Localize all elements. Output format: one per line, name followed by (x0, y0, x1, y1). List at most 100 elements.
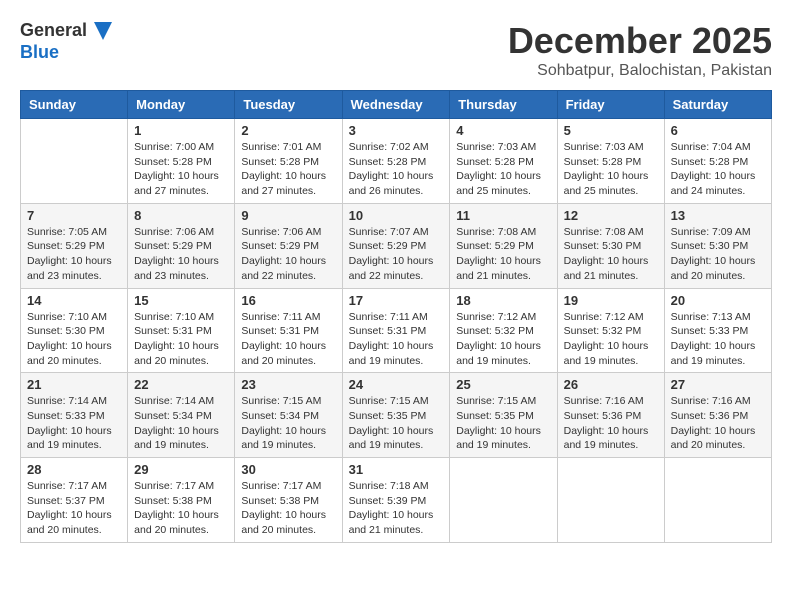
day-info: Sunrise: 7:12 AM Sunset: 5:32 PM Dayligh… (456, 310, 550, 369)
day-info: Sunrise: 7:10 AM Sunset: 5:31 PM Dayligh… (134, 310, 228, 369)
calendar-table: SundayMondayTuesdayWednesdayThursdayFrid… (20, 90, 772, 543)
logo-wordmark: General Blue (20, 20, 112, 63)
day-info: Sunrise: 7:16 AM Sunset: 5:36 PM Dayligh… (671, 394, 765, 453)
day-number: 5 (564, 123, 658, 138)
day-info: Sunrise: 7:14 AM Sunset: 5:33 PM Dayligh… (27, 394, 121, 453)
day-number: 28 (27, 462, 121, 477)
calendar-cell: 27 Sunrise: 7:16 AM Sunset: 5:36 PM Dayli… (664, 373, 771, 458)
weekday-header-friday: Friday (557, 91, 664, 119)
day-number: 21 (27, 377, 121, 392)
calendar-cell: 25 Sunrise: 7:15 AM Sunset: 5:35 PM Dayli… (450, 373, 557, 458)
calendar-cell: 8Sunrise: 7:06 AM Sunset: 5:29 PM Daylig… (128, 203, 235, 288)
calendar-cell: 28 Sunrise: 7:17 AM Sunset: 5:37 PM Dayli… (21, 458, 128, 543)
day-info: Sunrise: 7:17 AM Sunset: 5:37 PM Dayligh… (27, 479, 121, 538)
calendar-cell: 24Sunrise: 7:15 AM Sunset: 5:35 PM Dayli… (342, 373, 450, 458)
day-info: Sunrise: 7:13 AM Sunset: 5:33 PM Dayligh… (671, 310, 765, 369)
calendar-cell: 1 Sunrise: 7:00 AM Sunset: 5:28 PM Daylig… (128, 119, 235, 204)
weekday-header-thursday: Thursday (450, 91, 557, 119)
day-number: 13 (671, 208, 765, 223)
day-info: Sunrise: 7:17 AM Sunset: 5:38 PM Dayligh… (241, 479, 335, 538)
calendar-cell: 13 Sunrise: 7:09 AM Sunset: 5:30 PM Dayli… (664, 203, 771, 288)
day-number: 16 (241, 293, 335, 308)
calendar-cell: 31Sunrise: 7:18 AM Sunset: 5:39 PM Dayli… (342, 458, 450, 543)
day-info: Sunrise: 7:05 AM Sunset: 5:29 PM Dayligh… (27, 225, 121, 284)
day-info: Sunrise: 7:18 AM Sunset: 5:39 PM Dayligh… (349, 479, 444, 538)
calendar-cell: 26Sunrise: 7:16 AM Sunset: 5:36 PM Dayli… (557, 373, 664, 458)
calendar-cell: 9 Sunrise: 7:06 AM Sunset: 5:29 PM Daylig… (235, 203, 342, 288)
day-number: 27 (671, 377, 765, 392)
day-info: Sunrise: 7:11 AM Sunset: 5:31 PM Dayligh… (241, 310, 335, 369)
day-info: Sunrise: 7:15 AM Sunset: 5:35 PM Dayligh… (349, 394, 444, 453)
calendar-cell: 20 Sunrise: 7:13 AM Sunset: 5:33 PM Dayli… (664, 288, 771, 373)
logo: General Blue (20, 20, 112, 63)
calendar-cell: 23 Sunrise: 7:15 AM Sunset: 5:34 PM Dayli… (235, 373, 342, 458)
calendar-cell: 12 Sunrise: 7:08 AM Sunset: 5:30 PM Dayli… (557, 203, 664, 288)
day-info: Sunrise: 7:03 AM Sunset: 5:28 PM Dayligh… (456, 140, 550, 199)
weekday-header-saturday: Saturday (664, 91, 771, 119)
day-info: Sunrise: 7:06 AM Sunset: 5:29 PM Dayligh… (241, 225, 335, 284)
day-info: Sunrise: 7:02 AM Sunset: 5:28 PM Dayligh… (349, 140, 444, 199)
page-header: General Blue December 2025 Sohbatpur, Ba… (20, 20, 772, 80)
day-info: Sunrise: 7:04 AM Sunset: 5:28 PM Dayligh… (671, 140, 765, 199)
calendar-cell (664, 458, 771, 543)
day-number: 10 (349, 208, 444, 223)
calendar-cell: 30Sunrise: 7:17 AM Sunset: 5:38 PM Dayli… (235, 458, 342, 543)
day-number: 17 (349, 293, 444, 308)
day-number: 2 (241, 123, 335, 138)
calendar-cell: 15 Sunrise: 7:10 AM Sunset: 5:31 PM Dayli… (128, 288, 235, 373)
day-number: 7 (27, 208, 121, 223)
day-number: 6 (671, 123, 765, 138)
calendar-cell: 2 Sunrise: 7:01 AM Sunset: 5:28 PM Daylig… (235, 119, 342, 204)
title-block: December 2025 Sohbatpur, Balochistan, Pa… (508, 20, 772, 80)
day-info: Sunrise: 7:09 AM Sunset: 5:30 PM Dayligh… (671, 225, 765, 284)
day-number: 3 (349, 123, 444, 138)
calendar-cell (21, 119, 128, 204)
weekday-header-tuesday: Tuesday (235, 91, 342, 119)
calendar-cell: 16 Sunrise: 7:11 AM Sunset: 5:31 PM Dayli… (235, 288, 342, 373)
day-number: 15 (134, 293, 228, 308)
day-number: 1 (134, 123, 228, 138)
day-info: Sunrise: 7:10 AM Sunset: 5:30 PM Dayligh… (27, 310, 121, 369)
day-number: 25 (456, 377, 550, 392)
weekday-header-monday: Monday (128, 91, 235, 119)
day-number: 4 (456, 123, 550, 138)
weekday-header-sunday: Sunday (21, 91, 128, 119)
calendar-cell: 14 Sunrise: 7:10 AM Sunset: 5:30 PM Dayli… (21, 288, 128, 373)
week-row-5: 28 Sunrise: 7:17 AM Sunset: 5:37 PM Dayli… (21, 458, 772, 543)
calendar-cell: 18Sunrise: 7:12 AM Sunset: 5:32 PM Dayli… (450, 288, 557, 373)
calendar-cell: 11 Sunrise: 7:08 AM Sunset: 5:29 PM Dayli… (450, 203, 557, 288)
calendar-cell: 22 Sunrise: 7:14 AM Sunset: 5:34 PM Dayli… (128, 373, 235, 458)
calendar-cell: 21 Sunrise: 7:14 AM Sunset: 5:33 PM Dayli… (21, 373, 128, 458)
day-number: 23 (241, 377, 335, 392)
day-number: 22 (134, 377, 228, 392)
day-number: 9 (241, 208, 335, 223)
day-info: Sunrise: 7:01 AM Sunset: 5:28 PM Dayligh… (241, 140, 335, 199)
calendar-cell: 4 Sunrise: 7:03 AM Sunset: 5:28 PM Daylig… (450, 119, 557, 204)
day-info: Sunrise: 7:00 AM Sunset: 5:28 PM Dayligh… (134, 140, 228, 199)
week-row-3: 14 Sunrise: 7:10 AM Sunset: 5:30 PM Dayli… (21, 288, 772, 373)
day-info: Sunrise: 7:15 AM Sunset: 5:35 PM Dayligh… (456, 394, 550, 453)
day-info: Sunrise: 7:07 AM Sunset: 5:29 PM Dayligh… (349, 225, 444, 284)
day-info: Sunrise: 7:12 AM Sunset: 5:32 PM Dayligh… (564, 310, 658, 369)
day-info: Sunrise: 7:11 AM Sunset: 5:31 PM Dayligh… (349, 310, 444, 369)
day-number: 20 (671, 293, 765, 308)
day-info: Sunrise: 7:15 AM Sunset: 5:34 PM Dayligh… (241, 394, 335, 453)
day-number: 11 (456, 208, 550, 223)
weekday-header-row: SundayMondayTuesdayWednesdayThursdayFrid… (21, 91, 772, 119)
calendar-cell: 29Sunrise: 7:17 AM Sunset: 5:38 PM Dayli… (128, 458, 235, 543)
day-info: Sunrise: 7:08 AM Sunset: 5:29 PM Dayligh… (456, 225, 550, 284)
calendar-cell: 10 Sunrise: 7:07 AM Sunset: 5:29 PM Dayli… (342, 203, 450, 288)
week-row-4: 21 Sunrise: 7:14 AM Sunset: 5:33 PM Dayli… (21, 373, 772, 458)
month-title: December 2025 (508, 20, 772, 62)
day-info: Sunrise: 7:14 AM Sunset: 5:34 PM Dayligh… (134, 394, 228, 453)
day-number: 12 (564, 208, 658, 223)
day-number: 14 (27, 293, 121, 308)
day-number: 8 (134, 208, 228, 223)
calendar-cell (557, 458, 664, 543)
day-info: Sunrise: 7:03 AM Sunset: 5:28 PM Dayligh… (564, 140, 658, 199)
day-number: 19 (564, 293, 658, 308)
day-info: Sunrise: 7:08 AM Sunset: 5:30 PM Dayligh… (564, 225, 658, 284)
calendar-cell: 7 Sunrise: 7:05 AM Sunset: 5:29 PM Daylig… (21, 203, 128, 288)
calendar-cell: 5 Sunrise: 7:03 AM Sunset: 5:28 PM Daylig… (557, 119, 664, 204)
day-info: Sunrise: 7:16 AM Sunset: 5:36 PM Dayligh… (564, 394, 658, 453)
